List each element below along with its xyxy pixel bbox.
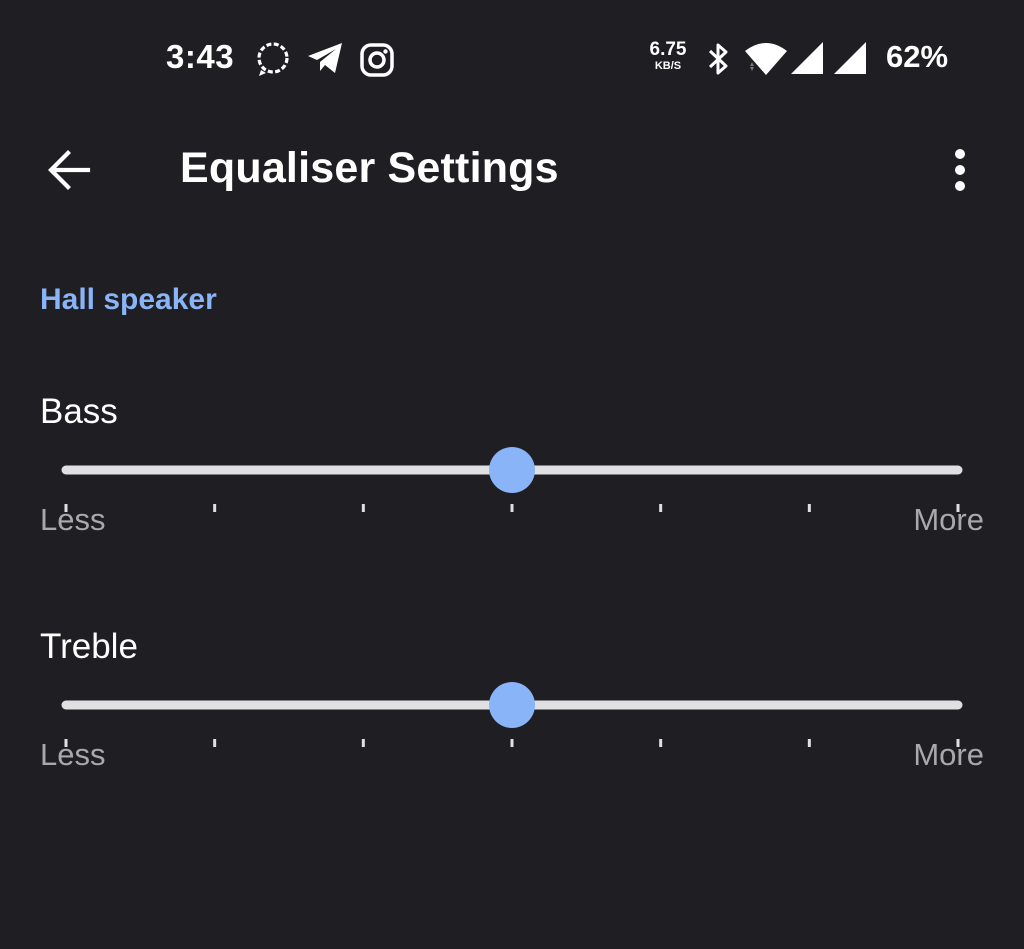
treble-label: Treble: [40, 627, 138, 666]
network-speed-value: 6.75: [649, 39, 687, 60]
instagram-icon: [359, 42, 395, 83]
arrow-back-icon: [48, 150, 91, 190]
signal-messenger-icon: [255, 40, 291, 83]
battery-percentage: 62%: [886, 39, 949, 74]
cellular-signal-icon: [832, 40, 868, 81]
network-speed-indicator: 6.75 KB/S: [646, 40, 690, 72]
device-section-header: Hall speaker: [40, 283, 217, 316]
more-vert-icon: [955, 149, 965, 191]
bluetooth-icon: [705, 42, 733, 81]
network-speed-unit: KB/S: [654, 60, 682, 72]
bass-less-label: Less: [40, 502, 106, 537]
equaliser-settings-screen: 3:43 6.75 KB/S 62% Equaliser Settings Ha…: [0, 0, 1024, 949]
page-title: Equaliser Settings: [180, 144, 559, 192]
wifi-icon: [743, 41, 789, 82]
status-time: 3:43: [166, 38, 235, 75]
status-bar: 3:43 6.75 KB/S 62%: [0, 0, 1024, 120]
bass-more-label: More: [913, 502, 984, 537]
bass-setting: Bass Less More: [0, 392, 1024, 572]
more-options-button[interactable]: [936, 142, 984, 198]
bass-label: Bass: [40, 392, 118, 431]
cellular-signal-icon: [789, 40, 825, 81]
back-button[interactable]: [40, 142, 100, 198]
bass-slider[interactable]: [40, 432, 984, 512]
treble-setting: Treble Less More: [0, 627, 1024, 807]
treble-more-label: More: [913, 737, 984, 772]
treble-slider[interactable]: [40, 667, 984, 747]
slider-thumb[interactable]: [489, 682, 535, 728]
telegram-icon: [306, 40, 346, 81]
treble-less-label: Less: [40, 737, 106, 772]
app-bar: Equaliser Settings: [0, 120, 1024, 220]
slider-thumb[interactable]: [489, 447, 535, 493]
